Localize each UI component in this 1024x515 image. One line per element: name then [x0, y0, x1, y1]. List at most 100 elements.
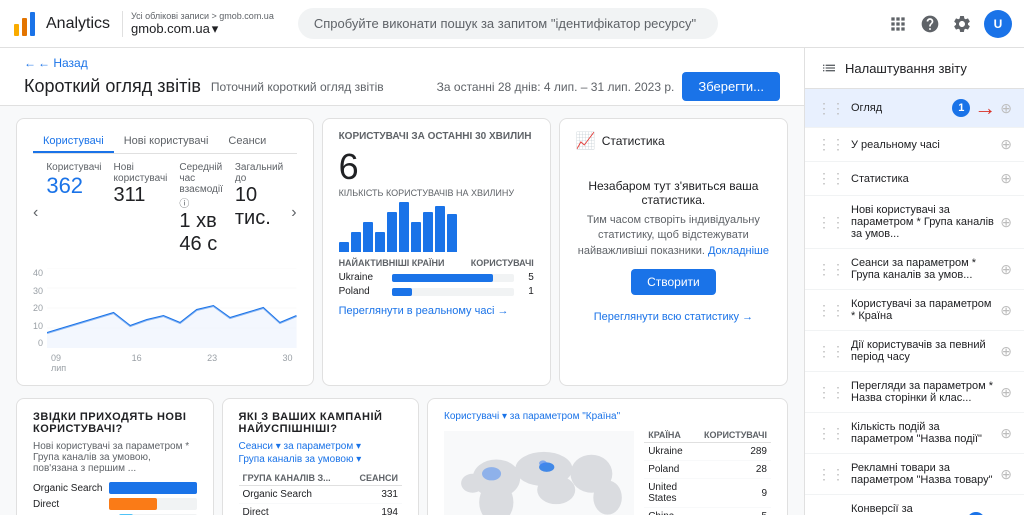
- sidebar-item-4[interactable]: ⋮⋮ Сеанси за параметром * Група каналів …: [805, 249, 1024, 290]
- sidebar-item-5[interactable]: ⋮⋮ Користувачі за параметром * Країна ⊕: [805, 290, 1024, 331]
- search-bar[interactable]: Спробуйте виконати пошук за запитом "іде…: [298, 8, 718, 39]
- map-title[interactable]: Користувачі ▾ за параметром "Країна": [444, 411, 771, 422]
- col-group: ГРУПА КАНАЛІВ З...: [239, 471, 349, 486]
- map-countries-table-container: КРАЇНА КОРИСТУВАЧІ Ukraine289 Poland28 U…: [644, 428, 771, 515]
- sidebar-item-left-1: ⋮⋮ У реальному часі: [817, 136, 994, 153]
- sidebar-item-statistics[interactable]: ⋮⋮ Статистика ⊕: [805, 162, 1024, 196]
- sidebar-item-label-6: Дії користувачів за певний період часу: [851, 339, 994, 363]
- y-label-10: 10: [33, 321, 43, 331]
- sidebar-item-left-9: ⋮⋮ Рекламні товари за параметром "Назва …: [817, 462, 994, 486]
- table-row: United States9: [644, 479, 771, 508]
- save-button[interactable]: Зберегти...: [682, 72, 780, 101]
- campaigns-group-subtitle[interactable]: Група каналів за умовою ▾: [239, 454, 403, 465]
- sidebar-item-realtime[interactable]: ⋮⋮ У реальному часі ⊕: [805, 128, 1024, 162]
- chart-nav: ‹ Користувачі 362 Нові користувачі 311: [33, 162, 297, 264]
- close-icon-6[interactable]: ⊕: [1000, 343, 1012, 360]
- sidebar-item-label-5: Користувачі за параметром * Країна: [851, 298, 994, 322]
- map-col-users: КОРИСТУВАЧІ: [700, 428, 771, 443]
- map-users-0: 289: [700, 443, 771, 461]
- sidebar-item-3[interactable]: ⋮⋮ Нові користувачі за параметром * Груп…: [805, 196, 1024, 249]
- country-count-ukraine: 5: [522, 272, 534, 283]
- page-title: Короткий огляд звітів: [24, 76, 201, 97]
- table-row: Direct194: [239, 504, 403, 515]
- close-icon-8[interactable]: ⊕: [1000, 425, 1012, 442]
- bar-3: [363, 222, 373, 252]
- app-header: Analytics Усі облікові записи > gmob.com…: [0, 0, 1024, 48]
- sidebar-item-left-0: ⋮⋮ Огляд: [817, 100, 946, 117]
- x-label-1: 09лип: [51, 353, 66, 373]
- apps-icon[interactable]: [888, 14, 908, 34]
- hbar-label-organic: Organic Search: [33, 483, 103, 494]
- sidebar-item-label-4: Сеанси за параметром * Група каналів за …: [851, 257, 994, 281]
- new-users-chart: Organic Search Direct Orga: [33, 482, 197, 515]
- user-avatar[interactable]: U: [984, 10, 1012, 38]
- main-layout: ←← Назад Короткий огляд звітів Поточний …: [0, 48, 1024, 515]
- bar-8: [423, 212, 433, 252]
- bar-2: [351, 232, 361, 252]
- tab-users[interactable]: Користувачі: [33, 131, 114, 153]
- map-users-3: 5: [700, 508, 771, 515]
- report-settings-icon: [821, 60, 837, 76]
- breadcrumb: Поточний короткий огляд звітів: [211, 80, 384, 94]
- stats-coming-text: Незабаром тут з'явиться ваша статистика.: [576, 179, 771, 207]
- tab-sessions[interactable]: Сеанси: [218, 131, 276, 153]
- row-sessions-1: 194: [349, 504, 402, 515]
- bar-5: [387, 212, 397, 252]
- campaigns-subtitle[interactable]: Сеанси ▾ за параметром ▾: [239, 441, 403, 452]
- account-domain[interactable]: gmob.com.ua ▾: [131, 21, 274, 37]
- annotation-group-1: 1 → ⊕: [952, 97, 1012, 119]
- sidebar-item-label-0: Огляд: [851, 102, 882, 114]
- view-all-stats-link[interactable]: Переглянути всю статистику →: [576, 311, 771, 323]
- close-icon-1[interactable]: ⊕: [1000, 136, 1012, 153]
- annotation-arrow-2: ↓: [987, 510, 998, 515]
- stats-learn-more-link[interactable]: Докладніше: [708, 245, 769, 257]
- close-icon-3[interactable]: ⊕: [1000, 214, 1012, 231]
- settings-icon[interactable]: [952, 14, 972, 34]
- sidebar-item-7[interactable]: ⋮⋮ Перегляди за параметром * Назва сторі…: [805, 372, 1024, 413]
- logo-container: Analytics: [12, 10, 110, 38]
- realtime-sublabel: КІЛЬКІСТЬ КОРИСТУВАЧІВ НА ХВИЛИНУ: [339, 188, 534, 198]
- app-title: Analytics: [46, 15, 110, 33]
- back-link[interactable]: ←← Назад: [24, 56, 780, 70]
- create-button[interactable]: Створити: [631, 269, 716, 295]
- sidebar-item-label-1: У реальному часі: [851, 139, 940, 151]
- tab-new-users[interactable]: Нові користувачі: [114, 131, 219, 153]
- row-sessions-0: 331: [349, 486, 402, 504]
- close-icon-9[interactable]: ⊕: [1000, 466, 1012, 483]
- close-icon-4[interactable]: ⊕: [1000, 261, 1012, 278]
- countries-col-name: НАЙАКТИВНІШІ КРАЇНИ: [339, 258, 445, 268]
- chart-next-btn[interactable]: ›: [291, 204, 296, 222]
- close-icon-2[interactable]: ⊕: [1000, 170, 1012, 187]
- country-bar-ukraine-track: [392, 274, 514, 282]
- map-card: Користувачі ▾ за параметром "Країна": [427, 398, 788, 515]
- close-icon-5[interactable]: ⊕: [1000, 302, 1012, 319]
- campaigns-card: ЯКІ З ВАШИХ КАМПАНІЙ НАЙУСПІШНІШІ? Сеанс…: [222, 398, 420, 515]
- table-row: Ukraine289: [644, 443, 771, 461]
- sidebar-item-6[interactable]: ⋮⋮ Дії користувачів за певний період час…: [805, 331, 1024, 372]
- table-row: China5: [644, 508, 771, 515]
- sidebar-item-9[interactable]: ⋮⋮ Рекламні товари за параметром "Назва …: [805, 454, 1024, 495]
- sidebar-item-label-8: Кількість подій за параметром "Назва под…: [851, 421, 994, 445]
- y-label-30: 30: [33, 286, 43, 296]
- country-row-ukraine: Ukraine 5: [339, 272, 534, 283]
- country-name-ukraine: Ukraine: [339, 272, 384, 283]
- close-icon-7[interactable]: ⊕: [1000, 384, 1012, 401]
- sidebar-item-8[interactable]: ⋮⋮ Кількість подій за параметром "Назва …: [805, 413, 1024, 454]
- chart-prev-btn[interactable]: ‹: [33, 204, 38, 222]
- analytics-logo-icon: [12, 10, 40, 38]
- realtime-title: КОРИСТУВАЧІ ЗА ОСТАННІ 30 ХВИЛИН: [339, 131, 534, 142]
- account-info: Усі облікові записи > gmob.com.ua: [131, 11, 274, 21]
- close-icon-0[interactable]: ⊕: [1000, 100, 1012, 117]
- x-label-2: 16: [132, 353, 142, 373]
- sidebar-item-left-2: ⋮⋮ Статистика: [817, 170, 994, 187]
- annotation-arrow-1: →: [974, 97, 996, 119]
- sidebar-item-left-10: ⋮⋮ Конверсії за параметром * Платформа: [817, 503, 961, 515]
- sidebar-item-overview[interactable]: ⋮⋮ Огляд 1 → ⊕: [805, 89, 1024, 128]
- sidebar-item-10[interactable]: ⋮⋮ Конверсії за параметром * Платформа 2…: [805, 495, 1024, 515]
- metric-avg-time: Середній час взаємодії ⓘ 1 хв 46 с: [179, 162, 223, 256]
- campaigns-table: ГРУПА КАНАЛІВ З... СЕАНСИ Organic Search…: [239, 471, 403, 515]
- drag-handle-2: ⋮⋮: [817, 170, 845, 187]
- help-icon[interactable]: [920, 14, 940, 34]
- realtime-view-link[interactable]: Переглянути в реальному часі →: [339, 305, 534, 317]
- drag-handle-0: ⋮⋮: [817, 100, 845, 117]
